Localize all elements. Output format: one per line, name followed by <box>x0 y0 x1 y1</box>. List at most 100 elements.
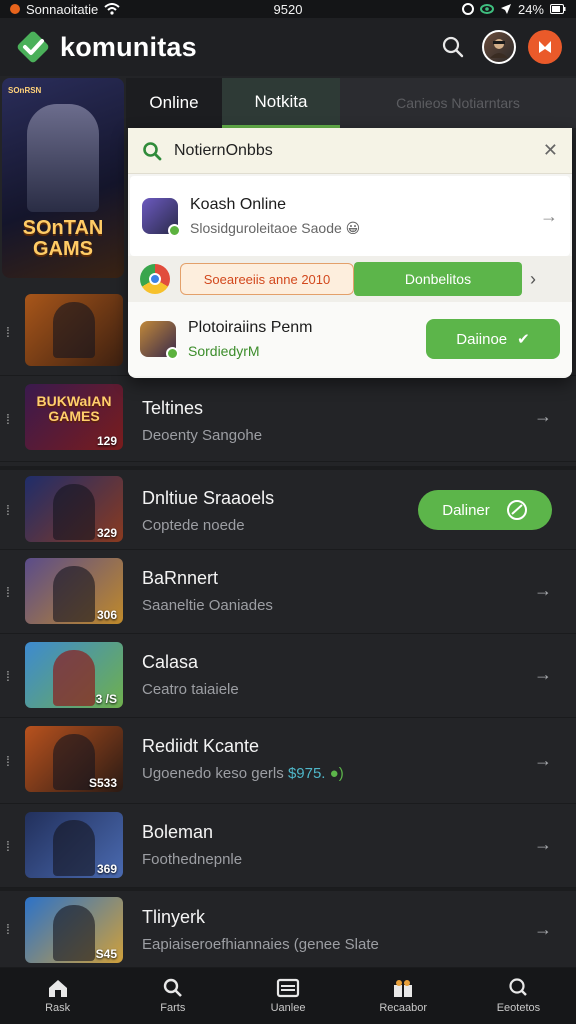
google-icon <box>461 3 474 15</box>
app-bar: komunitas <box>0 18 576 76</box>
notification-search-bar: ✕ <box>128 128 572 174</box>
search-button[interactable] <box>436 30 470 64</box>
chevron-right-icon[interactable]: → <box>540 206 558 227</box>
tab-bar: Online Notkita Canieos Notiarntars <box>126 78 576 128</box>
browser-icon <box>140 264 170 294</box>
daliner-button[interactable]: Daliner <box>418 490 552 530</box>
close-icon[interactable]: ✕ <box>543 140 558 161</box>
drag-handle-icon[interactable]: ⁞ <box>6 668 10 684</box>
list-item-subtitle: Eapiaiseroefhiannaies (genee Slate <box>142 936 379 953</box>
chevron-down-icon[interactable]: › <box>530 269 536 290</box>
notification-item[interactable]: Koash Online Slosidguroleitaoe Saode 😀 → <box>130 176 570 256</box>
list-item-subtitle: Ceatro taiaiele <box>142 681 239 698</box>
nav-label: Eeotetos <box>496 1002 541 1014</box>
drag-handle-icon[interactable]: ⁞ <box>6 921 10 937</box>
list-item-title: Boleman <box>142 822 214 842</box>
featured-character-art <box>27 104 99 212</box>
tab-notkita[interactable]: Notkita <box>222 78 340 128</box>
notification-item[interactable]: Soeareeiis anne 2010 Donbelitos › <box>128 256 572 302</box>
drag-handle-icon[interactable]: ⁞ <box>6 502 10 518</box>
donbelitos-button[interactable]: Donbelitos <box>354 262 522 296</box>
tab-online[interactable]: Online <box>126 78 222 128</box>
featured-tag: SOnRSN <box>8 86 42 95</box>
game-thumbnail: 369 <box>25 812 123 878</box>
layers-icon <box>276 978 300 998</box>
list-item[interactable]: ⁞ 329 Dnltiue Sraaoels Coptede noede Dal… <box>0 466 576 550</box>
drag-handle-icon[interactable]: ⁞ <box>6 753 10 769</box>
list-item[interactable]: ⁞ 369 Boleman Foothednepnle → <box>0 804 576 888</box>
list-item-subtitle: Foothednepnle <box>142 851 243 868</box>
notification-popup: ✕ Koash Online Slosidguroleitaoe Saode 😀… <box>128 128 572 378</box>
thumbnail-count: 306 <box>96 608 117 622</box>
chevron-right-icon[interactable]: → <box>534 664 552 685</box>
chevron-right-icon[interactable]: → <box>534 580 552 601</box>
character-art <box>53 566 95 622</box>
nav-item-recaabor[interactable]: Recaabor <box>346 968 461 1024</box>
list-item-subtitle: Deoenty Sangohe <box>142 427 263 444</box>
notification-subtitle: Slosidguroleitaoe Saode 😀 <box>190 219 361 236</box>
battery-icon <box>550 4 566 14</box>
game-thumbnail <box>25 294 123 366</box>
search-icon <box>143 141 162 160</box>
chevron-right-icon[interactable]: → <box>534 750 552 771</box>
drag-handle-icon[interactable]: ⁞ <box>6 838 10 854</box>
notification-button[interactable] <box>528 30 562 64</box>
drag-handle-icon[interactable]: ⁞ <box>6 411 10 427</box>
list-item[interactable]: ⁞ S533 Rediidt Kcante Ugoenedo keso gerl… <box>0 718 576 804</box>
notification-chip[interactable]: Soeareeiis anne 2010 <box>180 263 354 295</box>
notification-subtitle: SordiedyrM <box>188 343 260 359</box>
location-icon <box>500 4 511 14</box>
list-item[interactable]: ⁞ BUKWaIAN GAMES 129 Teltines Deoenty Sa… <box>0 376 576 462</box>
daiinoe-button[interactable]: Daiinoe ✔ <box>426 319 560 359</box>
featured-game-thumbnail[interactable]: SOnRSN SOnTAN GAMS <box>2 78 124 278</box>
game-thumbnail: S45 <box>25 897 123 963</box>
drag-handle-icon[interactable]: ⁞ <box>6 584 10 600</box>
list-item[interactable]: ⁞ 3 /S Calasa Ceatro taiaiele → <box>0 634 576 718</box>
thumbnail-count: S533 <box>88 776 117 790</box>
list-item[interactable]: ⁞ S45 Tlinyerk Eapiaiseroefhiannaies (ge… <box>0 888 576 968</box>
character-art <box>53 302 95 358</box>
list-item-title: Teltines <box>142 398 204 418</box>
thumbnail-count: 3 /S <box>95 692 117 706</box>
online-badge-icon <box>168 224 181 237</box>
magnify-icon <box>163 978 182 997</box>
eye-icon <box>479 4 494 14</box>
nav-item-rask[interactable]: Rask <box>0 968 115 1024</box>
thumbnail-count: S45 <box>95 947 117 961</box>
thumbnail-count: 129 <box>96 434 117 448</box>
chevron-right-icon[interactable]: → <box>534 834 552 855</box>
list-item[interactable]: ⁞ 306 BaRnnert Saaneltie Oaniades → <box>0 550 576 634</box>
notification-title: Koash Online <box>190 195 287 213</box>
notification-search-input[interactable] <box>174 141 543 160</box>
notification-icon <box>539 41 551 53</box>
nav-item-eeotetos[interactable]: Eeotetos <box>461 968 576 1024</box>
game-thumbnail: 329 <box>25 476 123 542</box>
drag-handle-icon[interactable]: ⁞ <box>6 324 10 340</box>
notification-item[interactable]: Plotoiraiins Penm SordiedyrM Daiinoe ✔ <box>128 302 572 376</box>
status-bar: Sonnaoitatie 9520 24% <box>0 0 576 18</box>
gift-icon <box>394 980 413 997</box>
list-item-subtitle: Ugoenedo keso gerls $975. ●) <box>142 765 344 782</box>
tab-canieos[interactable]: Canieos Notiarntars <box>340 78 576 128</box>
nav-label: Recaabor <box>379 1002 428 1014</box>
game-icon <box>142 198 181 237</box>
home-icon <box>48 980 67 997</box>
chevron-right-icon[interactable]: → <box>534 919 552 940</box>
list-item-title: Tlinyerk <box>142 907 206 927</box>
character-art <box>53 650 95 706</box>
thumbnail-count: 329 <box>96 526 117 540</box>
bottom-nav: Rask Farts Uanlee Recaabor Eeotetos <box>0 968 576 1024</box>
coin-icon: ●) <box>329 765 344 782</box>
chevron-right-icon[interactable]: → <box>534 406 552 427</box>
character-art <box>53 484 95 540</box>
list-item-title: BaRnnert <box>142 568 219 588</box>
character-art <box>53 820 95 876</box>
nav-item-farts[interactable]: Farts <box>115 968 230 1024</box>
check-logo-icon <box>14 28 52 66</box>
avatar[interactable] <box>482 30 516 64</box>
check-icon: ✔ <box>517 331 530 348</box>
featured-title-art: SOnTAN GAMS <box>22 217 104 260</box>
character-art <box>53 905 95 961</box>
notification-dot-icon <box>10 4 20 14</box>
nav-item-uanlee[interactable]: Uanlee <box>230 968 345 1024</box>
